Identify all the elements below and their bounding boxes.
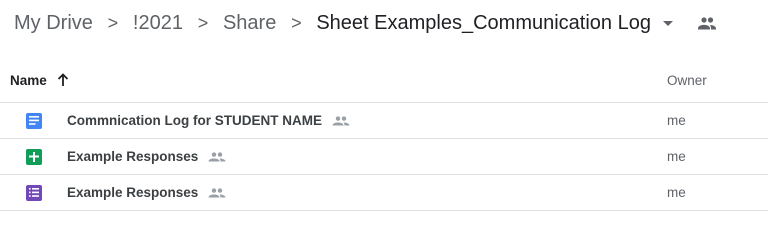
shared-icon — [332, 115, 350, 126]
shared-icon — [208, 187, 226, 198]
file-name-text: Example Responses — [67, 149, 199, 164]
file-name: Example Responses — [67, 149, 226, 164]
file-list-header: Name Owner — [0, 58, 768, 103]
file-row[interactable]: Example Responses me — [0, 175, 768, 211]
owner-column-header[interactable]: Owner — [667, 73, 707, 88]
owner-cell: me — [667, 149, 686, 164]
breadcrumb-share[interactable]: Share — [221, 12, 278, 35]
google-sheets-icon — [26, 148, 42, 165]
sort-arrow-up-icon[interactable] — [57, 73, 69, 87]
shared-icon — [208, 151, 226, 162]
owner-cell: me — [667, 185, 686, 200]
shared-folder-icon — [697, 16, 717, 30]
owner-cell: me — [667, 113, 686, 128]
file-row[interactable]: Example Responses me — [0, 139, 768, 175]
google-forms-icon — [26, 184, 42, 201]
name-column-label: Name — [10, 72, 47, 88]
breadcrumb-2021[interactable]: !2021 — [131, 12, 185, 35]
dropdown-arrow-icon[interactable] — [662, 20, 673, 26]
file-name-text: Commnication Log for STUDENT NAME — [67, 113, 322, 128]
name-column-header[interactable]: Name — [10, 73, 69, 88]
breadcrumb: My Drive > !2021 > Share > Sheet Example… — [12, 0, 768, 46]
breadcrumb-my-drive[interactable]: My Drive — [12, 12, 95, 35]
google-docs-icon — [26, 112, 42, 129]
file-name: Commnication Log for STUDENT NAME — [67, 113, 350, 128]
breadcrumb-separator: > — [291, 12, 302, 33]
breadcrumb-current-folder[interactable]: Sheet Examples_Communication Log — [314, 12, 653, 35]
breadcrumb-separator: > — [197, 12, 209, 33]
file-name-text: Example Responses — [67, 185, 199, 200]
file-row[interactable]: Commnication Log for STUDENT NAME me — [0, 103, 768, 139]
breadcrumb-separator: > — [107, 12, 119, 33]
file-name: Example Responses — [67, 185, 226, 200]
